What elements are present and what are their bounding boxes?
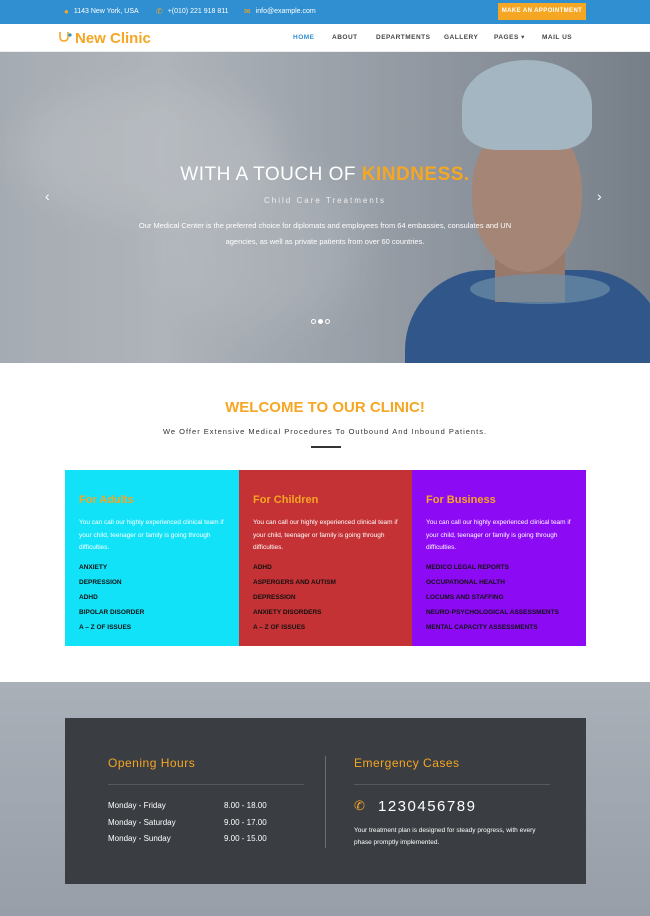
hours-time: 8.00 - 18.00 [224,801,267,810]
slider-next-arrow-icon[interactable]: › [597,188,602,204]
hero-title: WITH A TOUCH OF KINDNESS. [0,164,650,186]
service-title: For Business [426,494,496,506]
service-title: For Adults [79,494,134,506]
emergency-text: Your treatment plan is designed for stea… [354,827,536,846]
nav-about[interactable]: ABOUT [332,24,358,52]
service-text: You can call our highly experienced clin… [79,519,224,551]
service-item[interactable]: A – Z OF ISSUES [79,620,225,635]
mail-icon: ✉ [244,7,251,16]
hours-day: Monday - Friday [108,801,166,810]
emergency-phone[interactable]: 1230456789 [378,798,476,815]
service-list: ANXIETY DEPRESSION ADHD BIPOLAR DISORDER… [79,560,225,635]
hours-time: 9.00 - 15.00 [224,834,267,843]
stethoscope-icon [59,32,72,42]
service-item[interactable]: MEDICO LEGAL REPORTS [426,560,572,575]
nav-pages-label: PAGES [494,34,519,41]
nav-gallery[interactable]: GALLERY [444,24,478,52]
service-item[interactable]: ANXIETY [79,560,225,575]
service-item[interactable]: BIPOLAR DISORDER [79,605,225,620]
hours-day: Monday - Saturday [108,818,176,827]
slider-dots [311,319,330,324]
service-text: You can call our highly experienced clin… [253,519,398,551]
slider-dot-active[interactable] [318,319,323,324]
main-navbar: New Clinic HOME ABOUT DEPARTMENTS GALLER… [0,24,650,52]
service-list: ADHD ASPERGERS AND AUTISM DEPRESSION ANX… [253,560,398,635]
nav-home[interactable]: HOME [293,24,315,52]
map-marker-icon: ● [64,7,69,16]
email-link[interactable]: info@example.com [256,0,316,24]
hero-title-accent: KINDNESS. [361,164,470,185]
hero-description: Our Medical Center is the preferred choi… [138,221,512,246]
welcome-subtitle: We Offer Extensive Medical Procedures To… [162,427,488,436]
service-item[interactable]: ASPERGERS AND AUTISM [253,575,398,590]
address-text: 1143 New York, USA [73,8,139,15]
address-item: ● 1143 New York, USA [64,0,139,24]
welcome-title: WELCOME TO OUR CLINIC! [225,399,425,416]
service-item[interactable]: NEURO-PSYCHOLOGICAL ASSESSMENTS [426,605,572,620]
service-list: MEDICO LEGAL REPORTS OCCUPATIONAL HEALTH… [426,560,572,635]
welcome-divider [311,446,341,448]
nav-departments[interactable]: DEPARTMENTS [376,24,431,52]
opening-hours-title: Opening Hours [108,756,196,770]
top-bar: ● 1143 New York, USA ✆ +(010) 221 918 81… [0,0,650,24]
nav-mail-us[interactable]: MAIL US [542,24,572,52]
service-card-children: For Children You can call our highly exp… [239,470,412,646]
logo-text: New Clinic [75,29,151,47]
hero-subtitle: Child Care Treatments [263,196,387,205]
service-item[interactable]: ADHD [79,590,225,605]
emergency-title: Emergency Cases [354,756,460,770]
hours-time: 9.00 - 17.00 [224,818,267,827]
service-item[interactable]: LOCUMS AND STAFFING [426,590,572,605]
hero-overlay [0,52,650,363]
phone-text[interactable]: +(010) 221 918 811 [168,0,229,24]
nav-pages[interactable]: PAGES ▾ [494,24,525,52]
service-item[interactable]: A – Z OF ISSUES [253,620,398,635]
appointment-button[interactable]: MAKE AN APPOINTMENT [498,3,586,20]
slider-dot[interactable] [311,319,316,324]
service-item[interactable]: MENTAL CAPACITY ASSESSMENTS [426,620,572,635]
service-item[interactable]: DEPRESSION [253,590,398,605]
service-card-adults: For Adults You can call our highly exper… [65,470,239,646]
service-card-business: For Business You can call our highly exp… [412,470,586,646]
hours-rule [108,784,304,785]
service-title: For Children [253,494,319,506]
service-item[interactable]: ANXIETY DISORDERS [253,605,398,620]
phone-item[interactable]: ✆ +(010) 221 918 811 [156,0,229,24]
chevron-down-icon: ▾ [521,34,525,41]
info-divider [325,756,326,848]
service-item[interactable]: OCCUPATIONAL HEALTH [426,575,572,590]
hero-title-main: WITH A TOUCH OF [180,164,362,185]
phone-icon: ✆ [156,7,163,16]
phone-icon: ✆ [354,798,365,813]
hero-slider: WITH A TOUCH OF KINDNESS. Child Care Tre… [0,52,650,363]
service-text: You can call our highly experienced clin… [426,519,571,551]
hours-day: Monday - Sunday [108,834,171,843]
email-item[interactable]: ✉ info@example.com [244,0,316,24]
emergency-rule [354,784,550,785]
service-item[interactable]: ADHD [253,560,398,575]
slider-dot[interactable] [325,319,330,324]
slider-prev-arrow-icon[interactable]: ‹ [45,188,50,204]
site-logo[interactable]: New Clinic [58,28,151,48]
service-item[interactable]: DEPRESSION [79,575,225,590]
